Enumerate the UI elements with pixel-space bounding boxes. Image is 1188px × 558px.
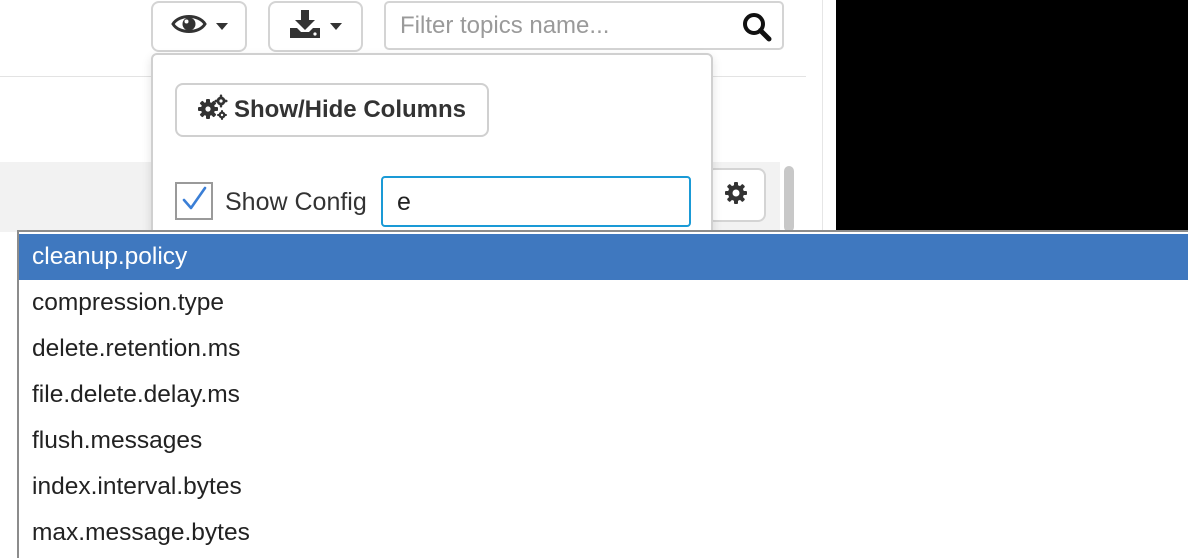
config-filter-input[interactable] [397,186,677,218]
show-config-checkbox[interactable] [175,182,213,220]
search-icon[interactable] [742,12,772,42]
autocomplete-option[interactable]: cleanup.policy [19,234,1188,280]
column-options-menu: Show/Hide Columns Show Config [151,53,713,243]
content-divider [822,0,823,232]
column-visibility-button[interactable] [151,1,247,52]
config-filter-field[interactable] [381,176,691,227]
autocomplete-option[interactable]: delete.retention.ms [19,326,1188,372]
checkmark-icon [180,185,208,218]
autocomplete-option[interactable]: max.message.bytes [19,510,1188,556]
chevron-down-icon [330,23,342,30]
row-settings-button[interactable] [706,168,766,222]
topic-filter-box[interactable] [384,1,784,50]
eye-icon [170,12,207,41]
black-panel [836,0,1188,232]
export-button[interactable] [268,1,363,52]
show-config-label: Show Config [225,188,367,216]
autocomplete-option[interactable]: file.delete.delay.ms [19,372,1188,418]
download-icon [289,10,321,43]
show-hide-columns-label: Show/Hide Columns [233,96,466,123]
gear-icon [724,181,748,210]
topic-filter-input[interactable] [400,9,730,43]
chevron-down-icon [215,23,228,30]
show-hide-columns-button[interactable]: Show/Hide Columns [175,83,489,137]
autocomplete-option[interactable]: compression.type [19,280,1188,326]
gears-icon [197,94,228,127]
table-scrollbar-thumb[interactable] [784,166,794,232]
autocomplete-option[interactable]: index.interval.bytes [19,464,1188,510]
config-autocomplete-list: cleanup.policy compression.type delete.ret… [17,230,1188,558]
autocomplete-option[interactable]: flush.messages [19,418,1188,464]
